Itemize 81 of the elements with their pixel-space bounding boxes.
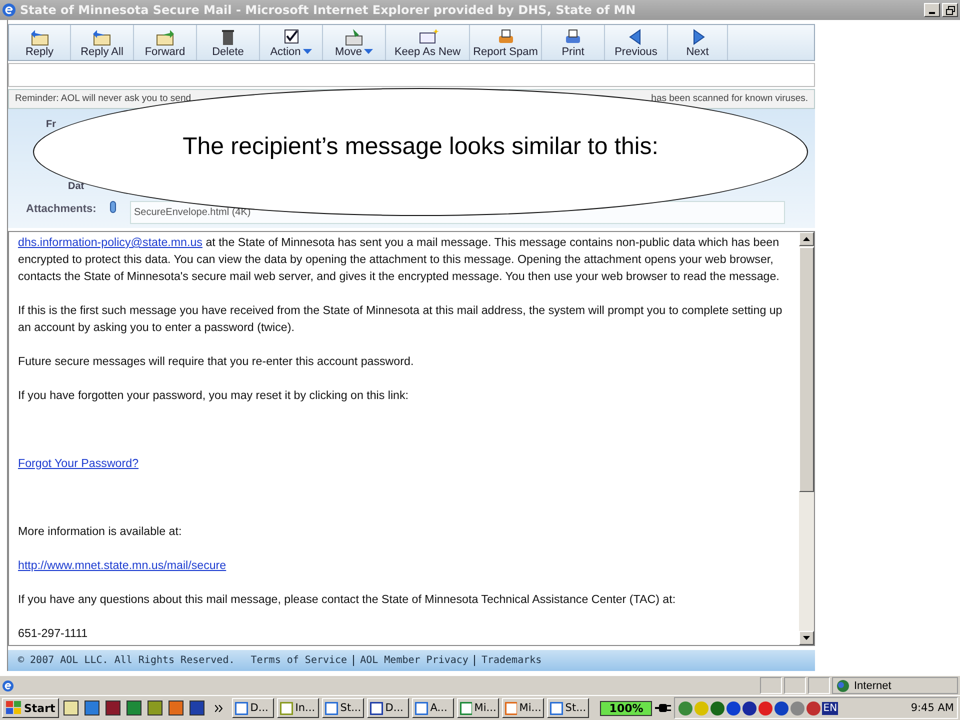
envelope-icon — [416, 28, 438, 46]
scroll-up-button[interactable] — [799, 232, 814, 246]
toolbar-button[interactable]: Forward — [134, 25, 197, 60]
app-icon — [370, 702, 384, 714]
paperclip-icon — [110, 200, 116, 213]
footer-link[interactable]: Terms of Service — [250, 654, 348, 666]
message-paragraph: Future secure messages will require that you re-enter this account password. — [18, 354, 415, 370]
start-button[interactable]: Start — [2, 698, 60, 718]
reminder-text: has been scanned for known viruses. — [651, 93, 808, 104]
app-icon — [460, 702, 472, 714]
taskbar-button[interactable]: Mi... — [457, 698, 500, 718]
language-indicator[interactable]: EN — [822, 702, 838, 714]
message-link[interactable]: http://www.mnet.state.mn.us/mail/secure — [18, 558, 226, 572]
tray-icon[interactable] — [758, 700, 774, 716]
minimize-button[interactable] — [924, 3, 940, 17]
app-icon — [505, 702, 518, 714]
app-icon — [235, 702, 248, 714]
toolbar-button[interactable]: Previous — [605, 25, 668, 60]
reply-icon — [28, 28, 50, 46]
taskbar-button[interactable]: D... — [232, 698, 274, 718]
reply-all-icon — [91, 28, 113, 46]
scroll-down-button[interactable] — [799, 630, 814, 645]
message-paragraph: 651-297-1111 — [18, 626, 89, 642]
toolbar-button[interactable]: Next — [668, 25, 728, 60]
taskbar-button[interactable]: In... — [277, 698, 320, 718]
status-panel — [808, 677, 830, 694]
taskbar-button[interactable]: D... — [367, 698, 410, 718]
copyright-text: © 2007 AOL LLC. All Rights Reserved. — [18, 654, 235, 666]
window-title: State of Minnesota Secure Mail - Microsoft Internet Explorer provided by DHS, State of MN — [20, 3, 637, 17]
tray-icon[interactable] — [774, 700, 790, 716]
battery-meter: 100% — [600, 700, 652, 716]
header-label: Fr — [46, 118, 56, 130]
taskbar-button[interactable]: Mi... — [502, 698, 544, 718]
app-icon — [550, 702, 564, 714]
taskbar-button[interactable]: A... — [412, 698, 454, 718]
message-link[interactable]: dhs.information-policy@state.mn.us — [18, 236, 202, 249]
message-paragraph: More information is available at: — [18, 524, 183, 540]
app-icon — [325, 702, 338, 714]
down-arrow-icon — [803, 636, 810, 640]
tray-icon[interactable] — [726, 700, 742, 716]
toolbar-button[interactable]: Print — [542, 25, 605, 60]
toolbar-button[interactable]: Reply All — [71, 25, 134, 60]
toolbar-button[interactable]: Keep As New — [386, 25, 470, 60]
scrollbar[interactable] — [799, 232, 814, 645]
up-arrow-icon — [803, 236, 810, 241]
message-link[interactable]: Forgot Your Password? — [18, 456, 139, 470]
toolbar-button[interactable]: Delete — [197, 25, 260, 60]
restore-icon — [946, 6, 954, 14]
toolbar-button[interactable]: Move — [323, 25, 386, 60]
forward-icon — [154, 28, 176, 46]
toolbar-button[interactable]: Reply — [9, 25, 71, 60]
message-paragraph: dhs.information-policy@state.mn.us at the State of Minnesota has sent you a mail message. This message contains non-public data which has been encrypted to protect this data. You can view the data by opening the attachment to this message. Opening the attachment opens your web browser, contacts the State of Minnesota's secure mail web server, and gives it the encrypted message. You then use your web browser to read the message. — [18, 234, 780, 285]
toolbar-button[interactable]: Report Spam — [470, 25, 542, 60]
message-paragraph: If you have forgotten your password, you may reset it by clicking on this link: — [18, 388, 410, 404]
tray-icon[interactable] — [742, 700, 758, 716]
status-panel — [784, 677, 806, 694]
windows-flag-icon — [6, 701, 22, 715]
taskbar-button[interactable]: St... — [547, 698, 590, 718]
header-label: Dat — [68, 180, 84, 192]
tray-icon[interactable] — [710, 700, 726, 716]
reminder-text: Reminder: AOL will never ask you to send — [15, 93, 192, 104]
attachments-label: Attachments: — [26, 202, 98, 215]
message-paragraph: If you have any questions about this mail message, please contact the State of Minnesota Technical Assistance Center (TAC) at: — [18, 592, 677, 608]
zone-text: Internet — [854, 680, 892, 692]
browser-icon — [2, 3, 16, 17]
app-icon — [280, 702, 294, 714]
restore-button[interactable] — [942, 3, 958, 17]
toolbar-button[interactable]: Action — [260, 25, 323, 60]
caret-icon — [302, 49, 312, 54]
message-paragraph: If this is the first such message you have received from the State of Minnesota at this mail address, the system will prompt you to complete setting up an account by asking you to enter a password (twice). — [18, 302, 784, 336]
scroll-thumb[interactable] — [799, 246, 814, 492]
footer-link[interactable]: AOL Member Privacy — [360, 654, 468, 666]
clock: 9:45 AM — [910, 702, 954, 714]
plug-icon — [655, 702, 672, 714]
taskbar-button[interactable]: St... — [322, 698, 364, 718]
status-panel — [760, 677, 782, 694]
caret-icon — [364, 49, 373, 54]
tray-icon[interactable] — [806, 700, 822, 716]
callout-text: The recipient’s message looks similar to this: — [182, 133, 658, 161]
footer-link[interactable]: Trademarks — [481, 654, 542, 666]
app-icon — [415, 702, 428, 714]
